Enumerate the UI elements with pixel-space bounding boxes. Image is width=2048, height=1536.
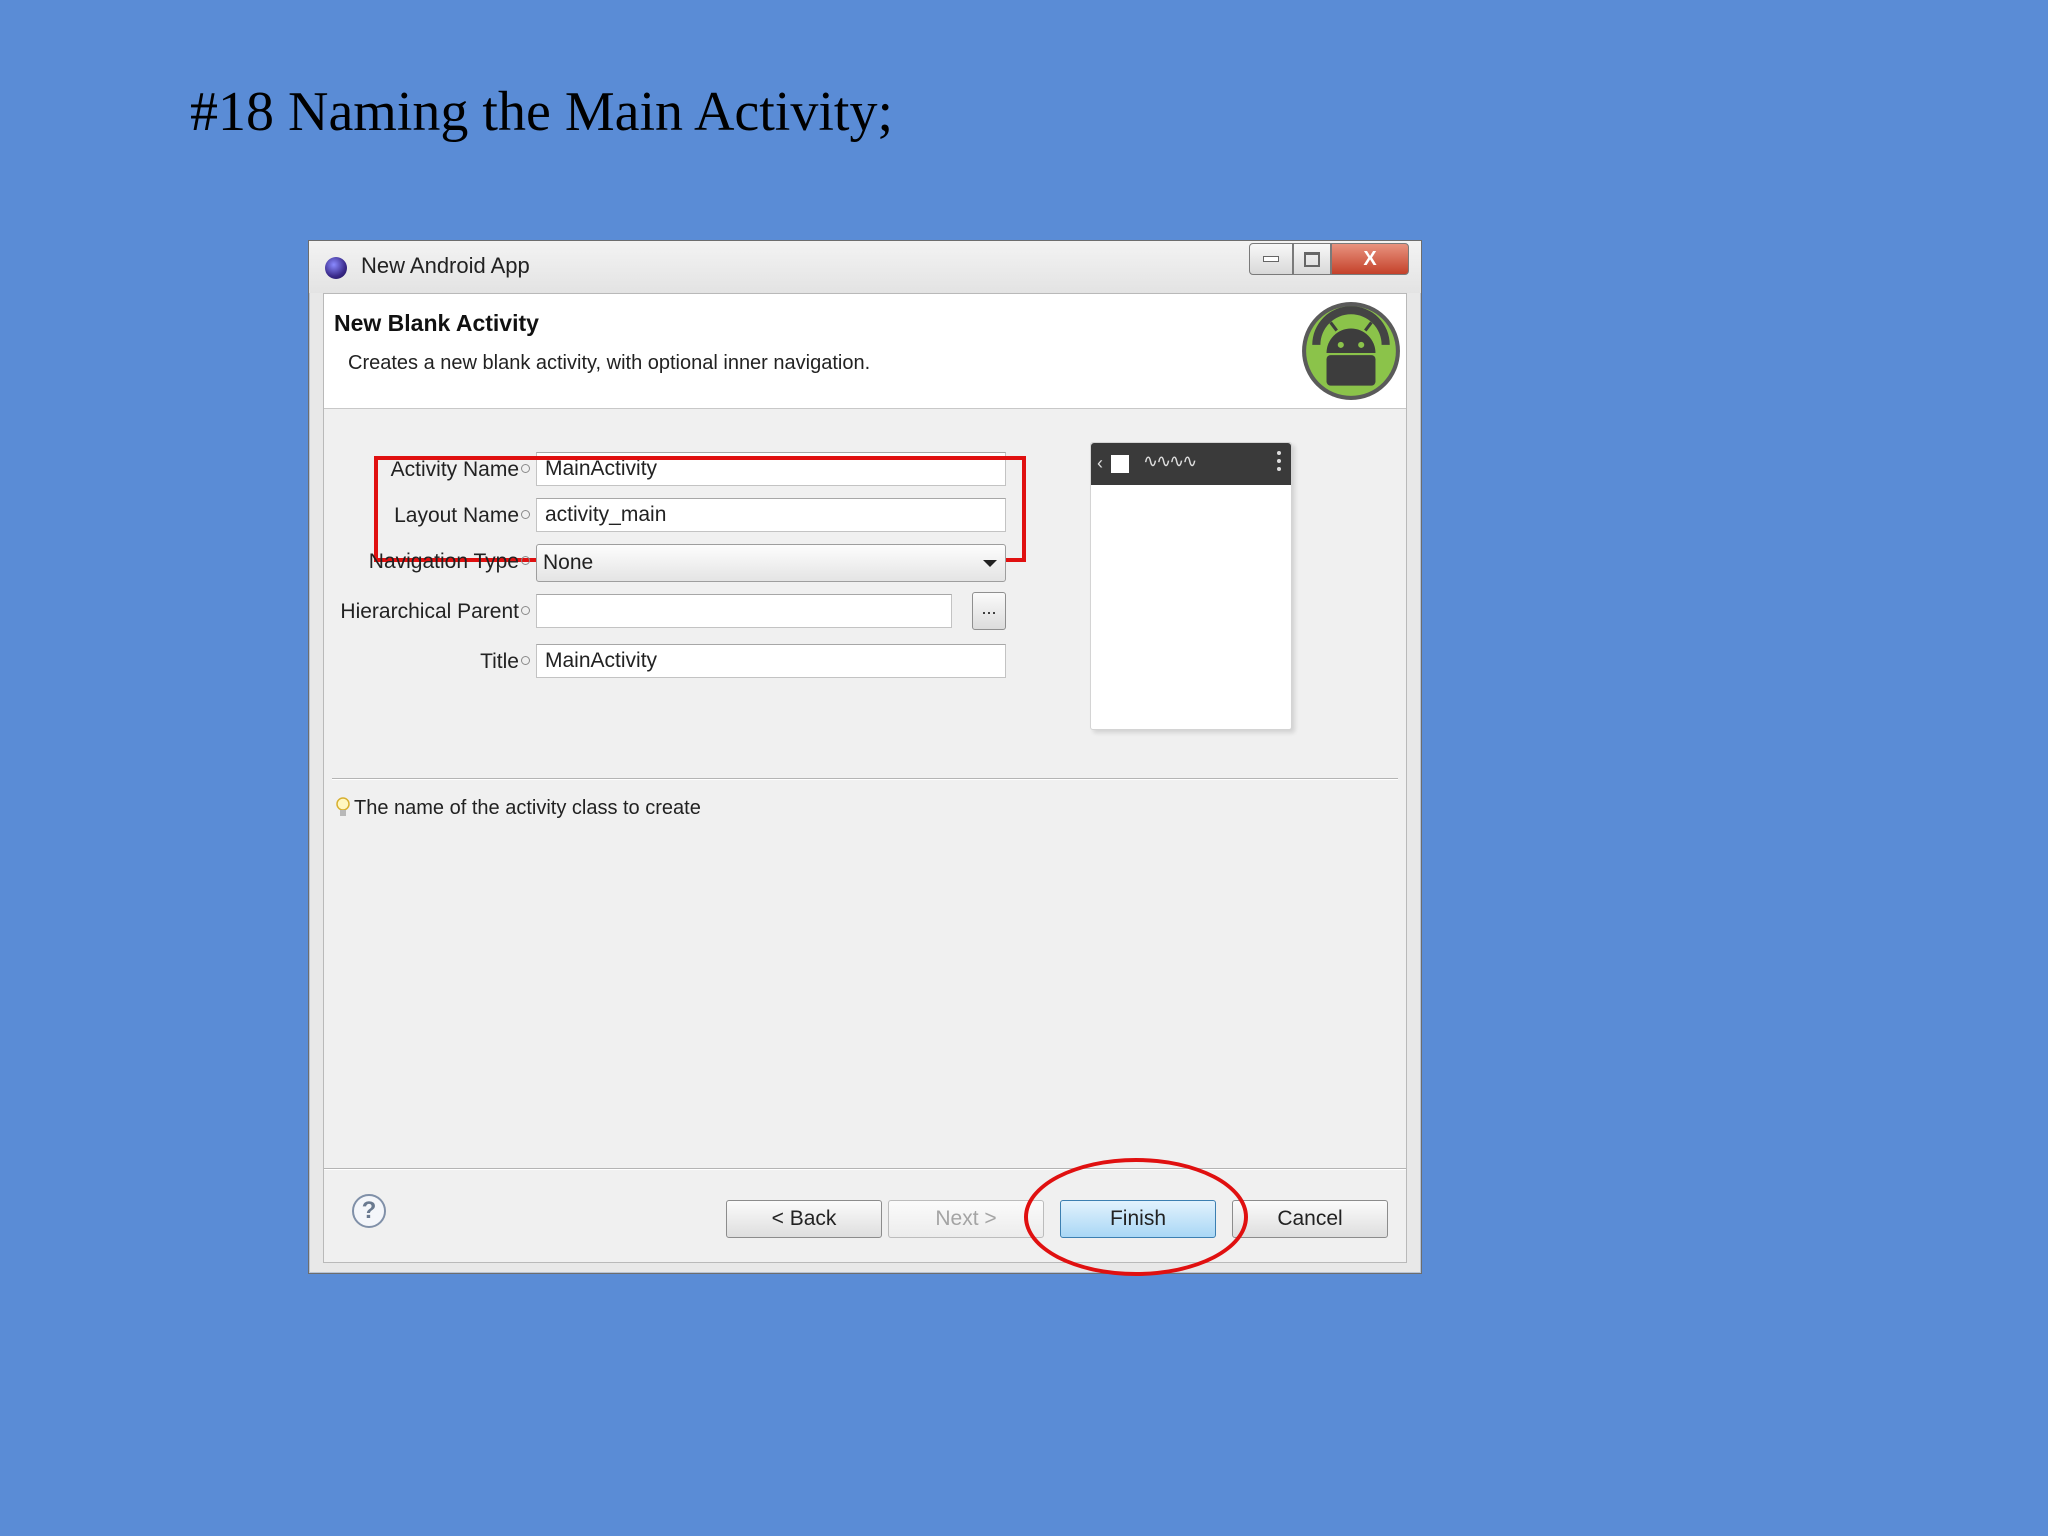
divider — [332, 778, 1398, 780]
overflow-menu-icon — [1277, 451, 1281, 475]
highlight-ellipse — [1024, 1158, 1248, 1276]
hint-message: The name of the activity class to create — [336, 796, 701, 820]
close-button[interactable]: X — [1331, 243, 1409, 275]
next-button[interactable]: Next > — [888, 1200, 1044, 1238]
info-icon — [521, 556, 530, 565]
page-title: New Blank Activity — [334, 310, 539, 336]
eclipse-app-icon — [325, 257, 347, 279]
new-android-app-dialog: New Android App X New Blank Activity Cre… — [308, 240, 1422, 1274]
maximize-button[interactable] — [1293, 243, 1331, 275]
title-input[interactable]: MainActivity — [536, 644, 1006, 678]
navigation-type-label: Navigation Type — [369, 550, 530, 574]
chevron-down-icon — [983, 560, 997, 567]
help-button[interactable]: ? — [352, 1194, 386, 1228]
window-title: New Android App — [361, 253, 530, 278]
title-placeholder-icon: ∿∿∿∿ — [1143, 451, 1197, 471]
info-icon — [521, 656, 530, 665]
activity-preview: ‹ ∿∿∿∿ — [1090, 442, 1292, 730]
hierarchical-parent-input[interactable] — [536, 594, 952, 628]
help-icon: ? — [361, 1197, 377, 1224]
maximize-icon — [1304, 251, 1320, 267]
minimize-icon — [1263, 256, 1279, 262]
preview-action-bar: ‹ ∿∿∿∿ — [1091, 443, 1291, 485]
wizard-content: New Blank Activity Creates a new blank a… — [323, 293, 1407, 1263]
page-description: Creates a new blank activity, with optio… — [348, 352, 871, 374]
window-controls: X — [1249, 243, 1409, 277]
browse-button[interactable]: ... — [972, 592, 1006, 630]
navigation-type-select[interactable]: None — [536, 544, 1006, 582]
wizard-header: New Blank Activity Creates a new blank a… — [324, 294, 1406, 409]
window-titlebar[interactable]: New Android App X — [309, 241, 1421, 293]
minimize-button[interactable] — [1249, 243, 1293, 275]
app-icon-placeholder — [1111, 455, 1129, 473]
info-icon — [521, 606, 530, 615]
back-arrow-icon: ‹ — [1097, 453, 1103, 473]
hierarchical-parent-label: Hierarchical Parent — [340, 600, 530, 624]
lightbulb-icon — [336, 797, 350, 816]
navigation-type-value: None — [543, 551, 594, 574]
cancel-button[interactable]: Cancel — [1232, 1200, 1388, 1238]
footer-divider — [324, 1168, 1406, 1170]
back-button[interactable]: < Back — [726, 1200, 882, 1238]
close-icon: X — [1363, 247, 1377, 270]
title-label: Title — [480, 650, 530, 674]
slide-title: #18 Naming the Main Activity; — [190, 81, 894, 143]
android-logo-icon — [1302, 302, 1400, 400]
